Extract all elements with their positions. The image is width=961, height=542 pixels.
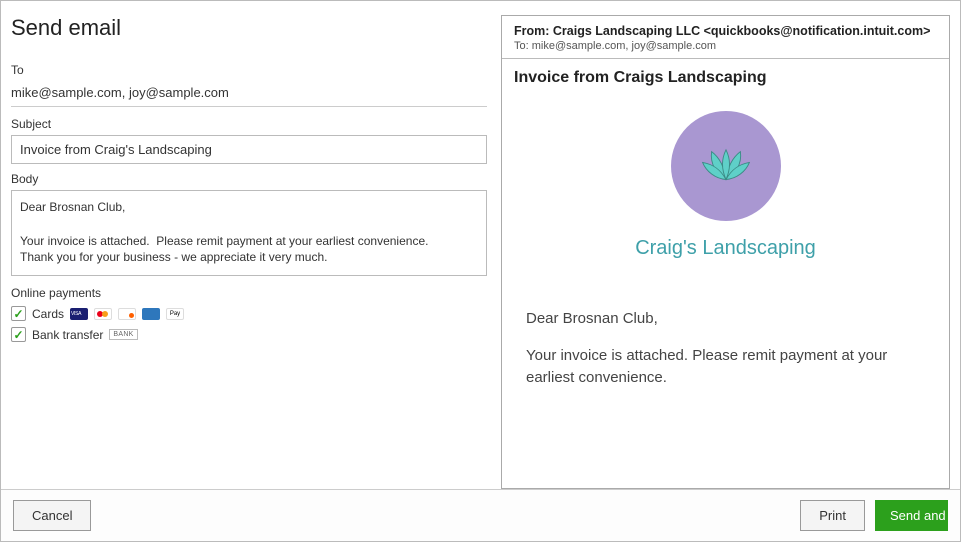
- preview-body: Dear Brosnan Club, Your invoice is attac…: [526, 308, 925, 390]
- form-panel: Send email To mike@sample.com, joy@sampl…: [11, 15, 501, 489]
- preview-from: From: Craigs Landscaping LLC <quickbooks…: [514, 24, 937, 38]
- visa-icon: [70, 308, 88, 320]
- company-name: Craig's Landscaping: [526, 237, 925, 260]
- bank-icon: BANK: [109, 329, 137, 340]
- preview-to: To: mike@sample.com, joy@sample.com: [514, 40, 937, 52]
- subject-input[interactable]: [11, 135, 487, 164]
- bank-label: Bank transfer: [32, 328, 103, 342]
- discover-icon: [118, 308, 136, 320]
- modal-footer: Cancel Print Send and close: [1, 489, 960, 541]
- send-button[interactable]: Send and close: [875, 500, 948, 531]
- preview-panel: From: Craigs Landscaping LLC <quickbooks…: [501, 15, 950, 489]
- cancel-button[interactable]: Cancel: [13, 500, 91, 531]
- modal-body: Send email To mike@sample.com, joy@sampl…: [1, 1, 960, 489]
- company-logo: [671, 111, 781, 221]
- preview-line1: Your invoice is attached. Please remit p…: [526, 345, 925, 390]
- modal-title: Send email: [11, 15, 487, 41]
- preview-header: From: Craigs Landscaping LLC <quickbooks…: [502, 16, 949, 59]
- to-label: To: [11, 63, 487, 77]
- to-field[interactable]: mike@sample.com, joy@sample.com: [11, 81, 487, 107]
- subject-label: Subject: [11, 117, 487, 131]
- preview-subject: Invoice from Craigs Landscaping: [502, 59, 949, 93]
- email-preview: From: Craigs Landscaping LLC <quickbooks…: [501, 15, 950, 489]
- preview-content: Craig's Landscaping Dear Brosnan Club, Y…: [502, 93, 949, 414]
- cards-label: Cards: [32, 307, 64, 321]
- amex-icon: [142, 308, 160, 320]
- applepay-icon: [166, 308, 184, 320]
- lotus-icon: [690, 130, 762, 202]
- bank-checkbox[interactable]: ✓: [11, 327, 26, 342]
- send-email-modal: Send email To mike@sample.com, joy@sampl…: [0, 0, 961, 542]
- cards-checkbox[interactable]: ✓: [11, 306, 26, 321]
- footer-right: Print Send and close: [800, 500, 948, 531]
- print-button[interactable]: Print: [800, 500, 865, 531]
- online-payments-label: Online payments: [11, 286, 487, 300]
- bank-option: ✓ Bank transfer BANK: [11, 327, 487, 342]
- body-textarea[interactable]: [11, 190, 487, 276]
- body-label: Body: [11, 172, 487, 186]
- preview-greeting: Dear Brosnan Club,: [526, 308, 925, 331]
- mastercard-icon: [94, 308, 112, 320]
- cards-option: ✓ Cards: [11, 306, 487, 321]
